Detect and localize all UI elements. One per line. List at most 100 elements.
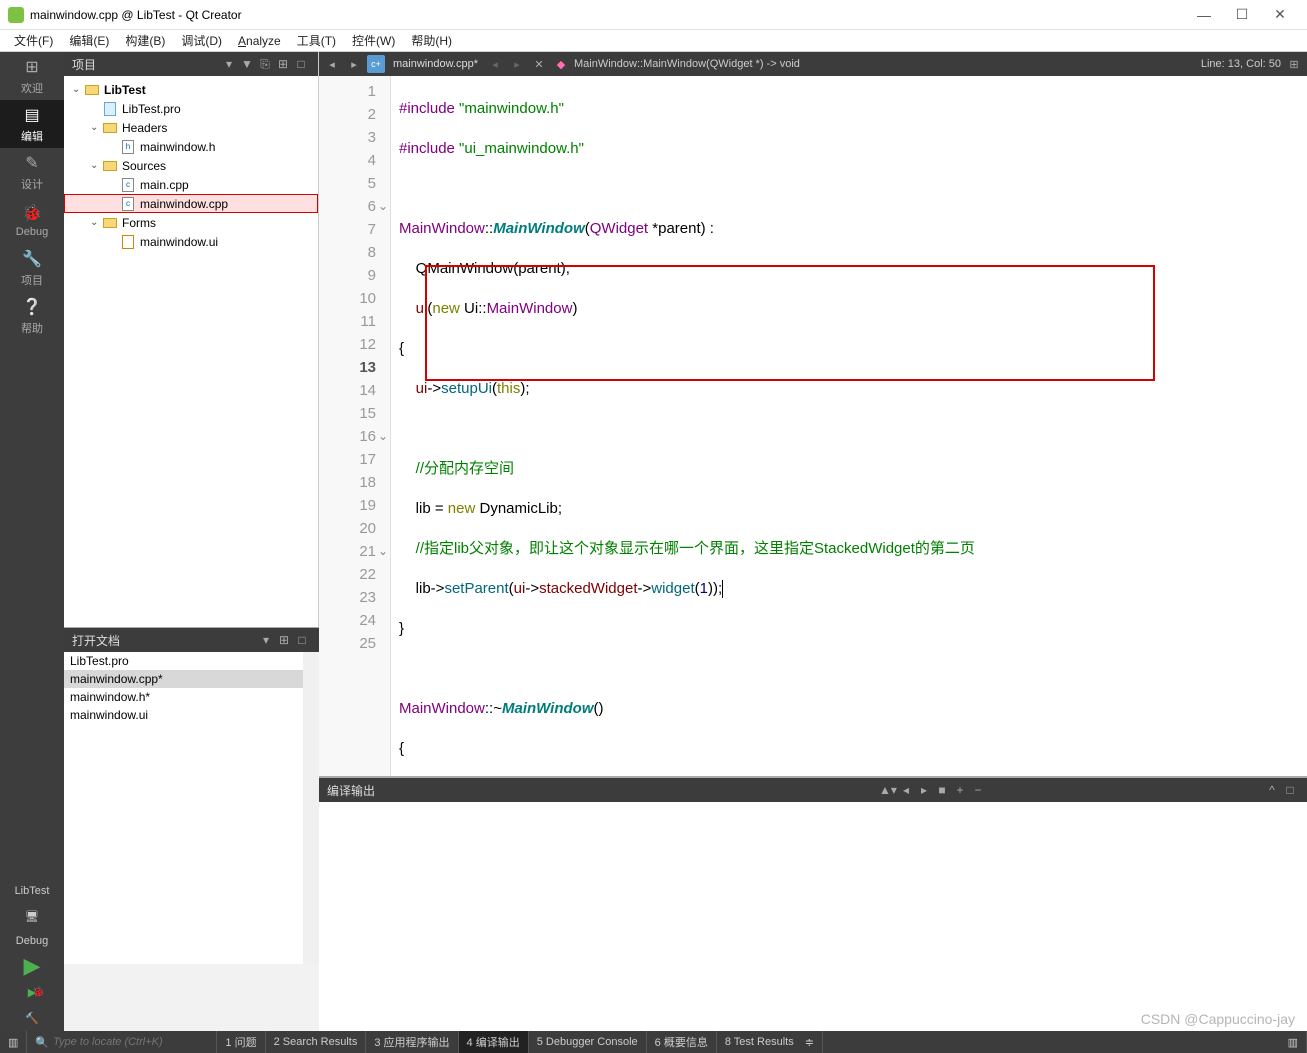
maximize-button[interactable]: ☐: [1223, 1, 1261, 29]
cpp-file-icon: c: [122, 178, 134, 192]
tree-root[interactable]: ⌄LibTest: [64, 80, 318, 99]
dropdown-icon: ≑: [805, 1036, 814, 1049]
forward-icon[interactable]: ▸: [345, 55, 363, 73]
app-logo-icon: [8, 7, 24, 23]
grid-icon: ⊞: [21, 56, 43, 78]
mode-debug[interactable]: 🐞Debug: [0, 196, 64, 244]
build-button[interactable]: 🔨: [18, 1009, 46, 1027]
menu-build[interactable]: 构建(B): [117, 30, 173, 51]
open-doc-item[interactable]: LibTest.pro: [64, 652, 319, 670]
filter-icon[interactable]: ▼: [238, 57, 256, 71]
tree-forms[interactable]: ⌄Forms: [64, 213, 318, 232]
mode-edit[interactable]: ▤编辑: [0, 100, 64, 148]
cpp-badge-icon: c+: [367, 55, 385, 73]
tree-sources[interactable]: ⌄Sources: [64, 156, 318, 175]
tree-source-main[interactable]: cmain.cpp: [64, 175, 318, 194]
h-file-icon: h: [122, 140, 134, 154]
output-content[interactable]: [319, 802, 1307, 1031]
project-tree[interactable]: ⌄LibTest LibTest.pro ⌄Headers hmainwindo…: [64, 76, 318, 627]
mode-welcome[interactable]: ⊞欢迎: [0, 52, 64, 100]
open-docs-title: 打开文档: [72, 632, 257, 649]
locator-input[interactable]: [53, 1036, 208, 1048]
menu-controls[interactable]: 控件(W): [344, 30, 403, 51]
status-app-output[interactable]: 3 应用程序输出: [366, 1031, 458, 1053]
prev-icon[interactable]: ◂: [897, 783, 915, 797]
open-docs-header: 打开文档 ▾ ⊞ □: [64, 628, 319, 652]
open-docs-list[interactable]: LibTest.pro mainwindow.cpp* mainwindow.h…: [64, 652, 319, 964]
code-editor[interactable]: 1234567891011121314151617181920212223242…: [319, 76, 1307, 776]
menu-help[interactable]: 帮助(H): [403, 30, 460, 51]
debug-run-button[interactable]: ▶🐞: [18, 983, 46, 1001]
status-problems[interactable]: 1 问题: [217, 1031, 265, 1053]
back-icon[interactable]: ◂: [323, 55, 341, 73]
kit-config: Debug: [16, 929, 48, 953]
menu-edit[interactable]: 编辑(E): [61, 30, 117, 51]
locator-search[interactable]: 🔍: [27, 1031, 217, 1053]
popout-icon[interactable]: □: [1281, 783, 1299, 797]
status-bar: ▥ 🔍 1 问题 2 Search Results 3 应用程序输出 4 编译输…: [0, 1031, 1307, 1053]
line-col-label[interactable]: Line: 13, Col: 50: [1201, 58, 1281, 70]
split-icon[interactable]: ⊞: [275, 633, 293, 647]
status-debugger-console[interactable]: 5 Debugger Console: [529, 1031, 647, 1053]
zoom-in-icon[interactable]: +: [951, 783, 969, 797]
close-pane-icon[interactable]: □: [293, 633, 311, 647]
stop-icon[interactable]: ■: [933, 783, 951, 797]
open-doc-item[interactable]: mainwindow.ui: [64, 706, 319, 724]
line-gutter[interactable]: 1234567891011121314151617181920212223242…: [319, 76, 391, 776]
ui-file-icon: [122, 235, 134, 249]
folder-icon: [103, 161, 117, 171]
status-search-results[interactable]: 2 Search Results: [266, 1031, 367, 1053]
folder-icon: [85, 85, 99, 95]
monitor-icon[interactable]: 🖥: [18, 907, 46, 925]
output-panel-header: 编译输出 ▲▾ ◂ ▸ ■ + − ^ □: [319, 778, 1307, 802]
split-editor-icon[interactable]: ⊞: [1285, 55, 1303, 73]
menu-file[interactable]: 文件(F): [6, 30, 61, 51]
filter-output-icon[interactable]: ▲▾: [879, 783, 897, 797]
mode-help[interactable]: ❔帮助: [0, 292, 64, 340]
tree-header-file[interactable]: hmainwindow.h: [64, 137, 318, 156]
dropdown-icon[interactable]: ▾: [220, 57, 238, 71]
menu-analyze[interactable]: Analyze: [230, 32, 289, 50]
dropdown-icon[interactable]: ▾: [257, 633, 275, 647]
tree-source-mainwindow[interactable]: cmainwindow.cpp: [64, 194, 318, 213]
mode-projects[interactable]: 🔧项目: [0, 244, 64, 292]
kit-selector[interactable]: LibTest: [15, 879, 50, 903]
add-icon[interactable]: ⊞: [274, 57, 292, 71]
close-tab-icon[interactable]: ✕: [530, 55, 548, 73]
help-icon: ❔: [21, 296, 43, 318]
menu-bar: 文件(F) 编辑(E) 构建(B) 调试(D) Analyze 工具(T) 控件…: [0, 30, 1307, 52]
open-doc-item[interactable]: mainwindow.cpp*: [64, 670, 319, 688]
editor-toolbar: ◂ ▸ c+ mainwindow.cpp* ◂▸ ✕ ◆ MainWindow…: [319, 52, 1307, 76]
tree-form-file[interactable]: mainwindow.ui: [64, 232, 318, 251]
status-test-results[interactable]: 8 Test Results ≑: [717, 1031, 823, 1053]
status-general[interactable]: 6 概要信息: [647, 1031, 717, 1053]
folder-icon: [103, 123, 117, 133]
split-icon[interactable]: □: [292, 57, 310, 71]
menu-debug[interactable]: 调试(D): [173, 30, 230, 51]
menu-tools[interactable]: 工具(T): [289, 30, 344, 51]
close-button[interactable]: ✕: [1261, 1, 1299, 29]
window-title: mainwindow.cpp @ LibTest - Qt Creator: [30, 8, 1185, 22]
tree-pro-file[interactable]: LibTest.pro: [64, 99, 318, 118]
highlight-box: [425, 265, 1155, 381]
status-compile-output[interactable]: 4 编译输出: [459, 1031, 529, 1053]
title-bar: mainwindow.cpp @ LibTest - Qt Creator — …: [0, 0, 1307, 30]
toggle-right-sidebar-icon[interactable]: ▥: [1280, 1031, 1307, 1053]
mode-design[interactable]: ✎设计: [0, 148, 64, 196]
expand-icon[interactable]: ^: [1263, 783, 1281, 797]
scrollbar[interactable]: [303, 652, 319, 964]
link-icon[interactable]: ⎘: [256, 57, 274, 72]
mode-bar: ⊞欢迎 ▤编辑 ✎设计 🐞Debug 🔧项目 ❔帮助 LibTest 🖥 Deb…: [0, 52, 64, 1031]
zoom-out-icon[interactable]: −: [969, 783, 987, 797]
open-doc-item[interactable]: mainwindow.h*: [64, 688, 319, 706]
editor-file-name[interactable]: mainwindow.cpp*: [389, 58, 482, 70]
run-button[interactable]: ▶: [18, 957, 46, 975]
output-panel-title: 编译输出: [327, 782, 603, 799]
minimize-button[interactable]: —: [1185, 1, 1223, 29]
folder-icon: [103, 218, 117, 228]
next-icon[interactable]: ▸: [915, 783, 933, 797]
symbol-breadcrumb[interactable]: MainWindow::MainWindow(QWidget *) -> voi…: [574, 58, 1197, 70]
code-content[interactable]: #include "mainwindow.h" #include "ui_mai…: [391, 76, 1307, 776]
toggle-sidebar-icon[interactable]: ▥: [0, 1031, 27, 1053]
tree-headers[interactable]: ⌄Headers: [64, 118, 318, 137]
